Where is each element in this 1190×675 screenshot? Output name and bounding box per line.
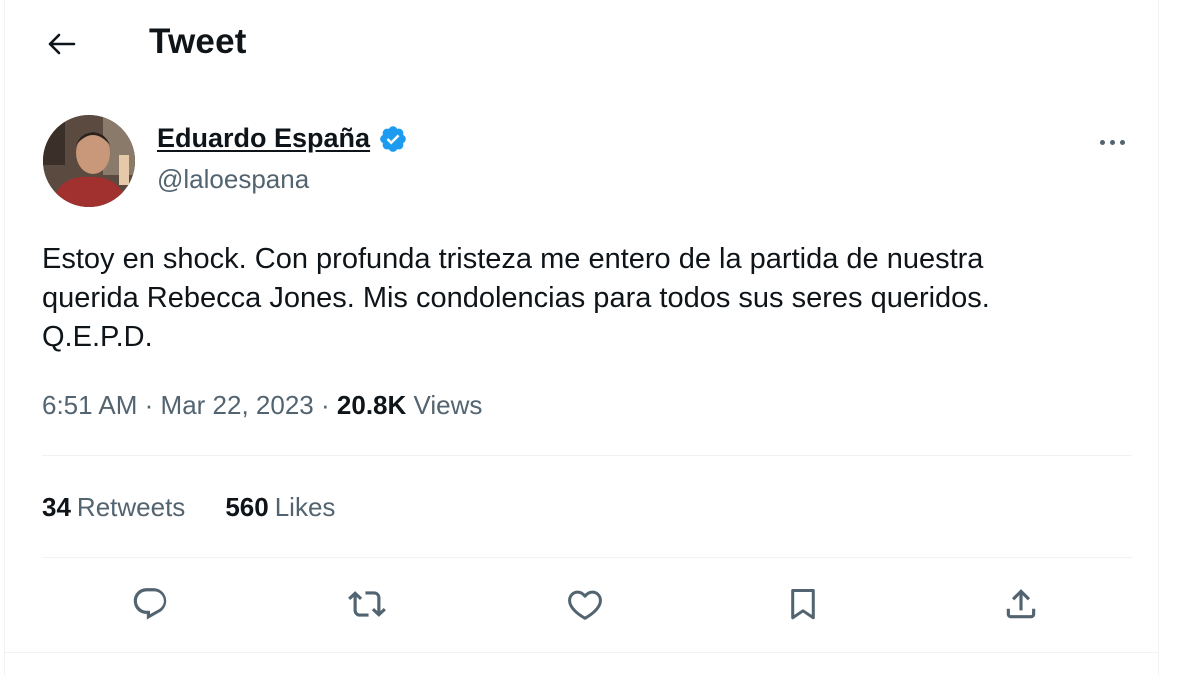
more-dot-icon — [1119, 139, 1125, 145]
avatar-photo — [43, 115, 135, 207]
tweet-date[interactable]: Mar 22, 2023 — [161, 390, 314, 420]
verified-badge-icon — [380, 125, 406, 152]
author-name: Eduardo España — [157, 123, 371, 153]
divider — [42, 557, 1132, 558]
retweets-label: Retweets — [76, 492, 186, 522]
tweet-detail-panel: Tweet Eduardo España @laloespana Estoy e… — [4, 0, 1159, 675]
share-button[interactable] — [997, 580, 1045, 628]
divider — [42, 455, 1132, 456]
retweet-icon — [348, 591, 386, 617]
retweets-count: 34 — [42, 492, 71, 522]
bookmark-icon — [791, 589, 815, 620]
reply-button[interactable] — [126, 580, 174, 628]
likes-label: Likes — [274, 492, 336, 522]
reply-icon — [133, 588, 167, 620]
bookmark-button[interactable] — [779, 580, 827, 628]
share-icon — [1006, 589, 1036, 619]
tweet-meta: 6:51 AM · Mar 22, 2023 · 20.8K Views — [42, 390, 482, 421]
likes-stat[interactable]: 560 Likes — [225, 492, 335, 523]
more-dot-icon — [1099, 139, 1105, 145]
page-title: Tweet — [149, 22, 247, 61]
tweet-actions — [5, 580, 1158, 630]
header: Tweet — [5, 0, 1158, 86]
avatar[interactable] — [43, 115, 135, 207]
bottom-divider — [5, 652, 1158, 653]
views-label: Views — [413, 390, 483, 420]
more-options-button[interactable] — [1088, 125, 1136, 159]
meta-separator: · — [144, 390, 154, 420]
like-icon — [568, 590, 602, 620]
arrow-left-icon — [48, 33, 76, 55]
likes-count: 560 — [225, 492, 269, 522]
retweet-button[interactable] — [343, 580, 391, 628]
author-handle[interactable]: @laloespana — [157, 164, 309, 195]
tweet-time[interactable]: 6:51 AM — [42, 390, 137, 420]
back-button[interactable] — [41, 24, 81, 64]
like-button[interactable] — [561, 580, 609, 628]
meta-separator: · — [321, 390, 330, 420]
tweet-text: Estoy en shock. Con profunda tristeza me… — [42, 243, 990, 353]
author-name-link[interactable]: Eduardo España — [157, 123, 408, 154]
more-dot-icon — [1109, 139, 1115, 145]
retweets-stat[interactable]: 34 Retweets — [42, 492, 185, 523]
views-count: 20.8K — [336, 390, 407, 420]
tweet-stats: 34 Retweets 560 Likes — [42, 492, 335, 523]
